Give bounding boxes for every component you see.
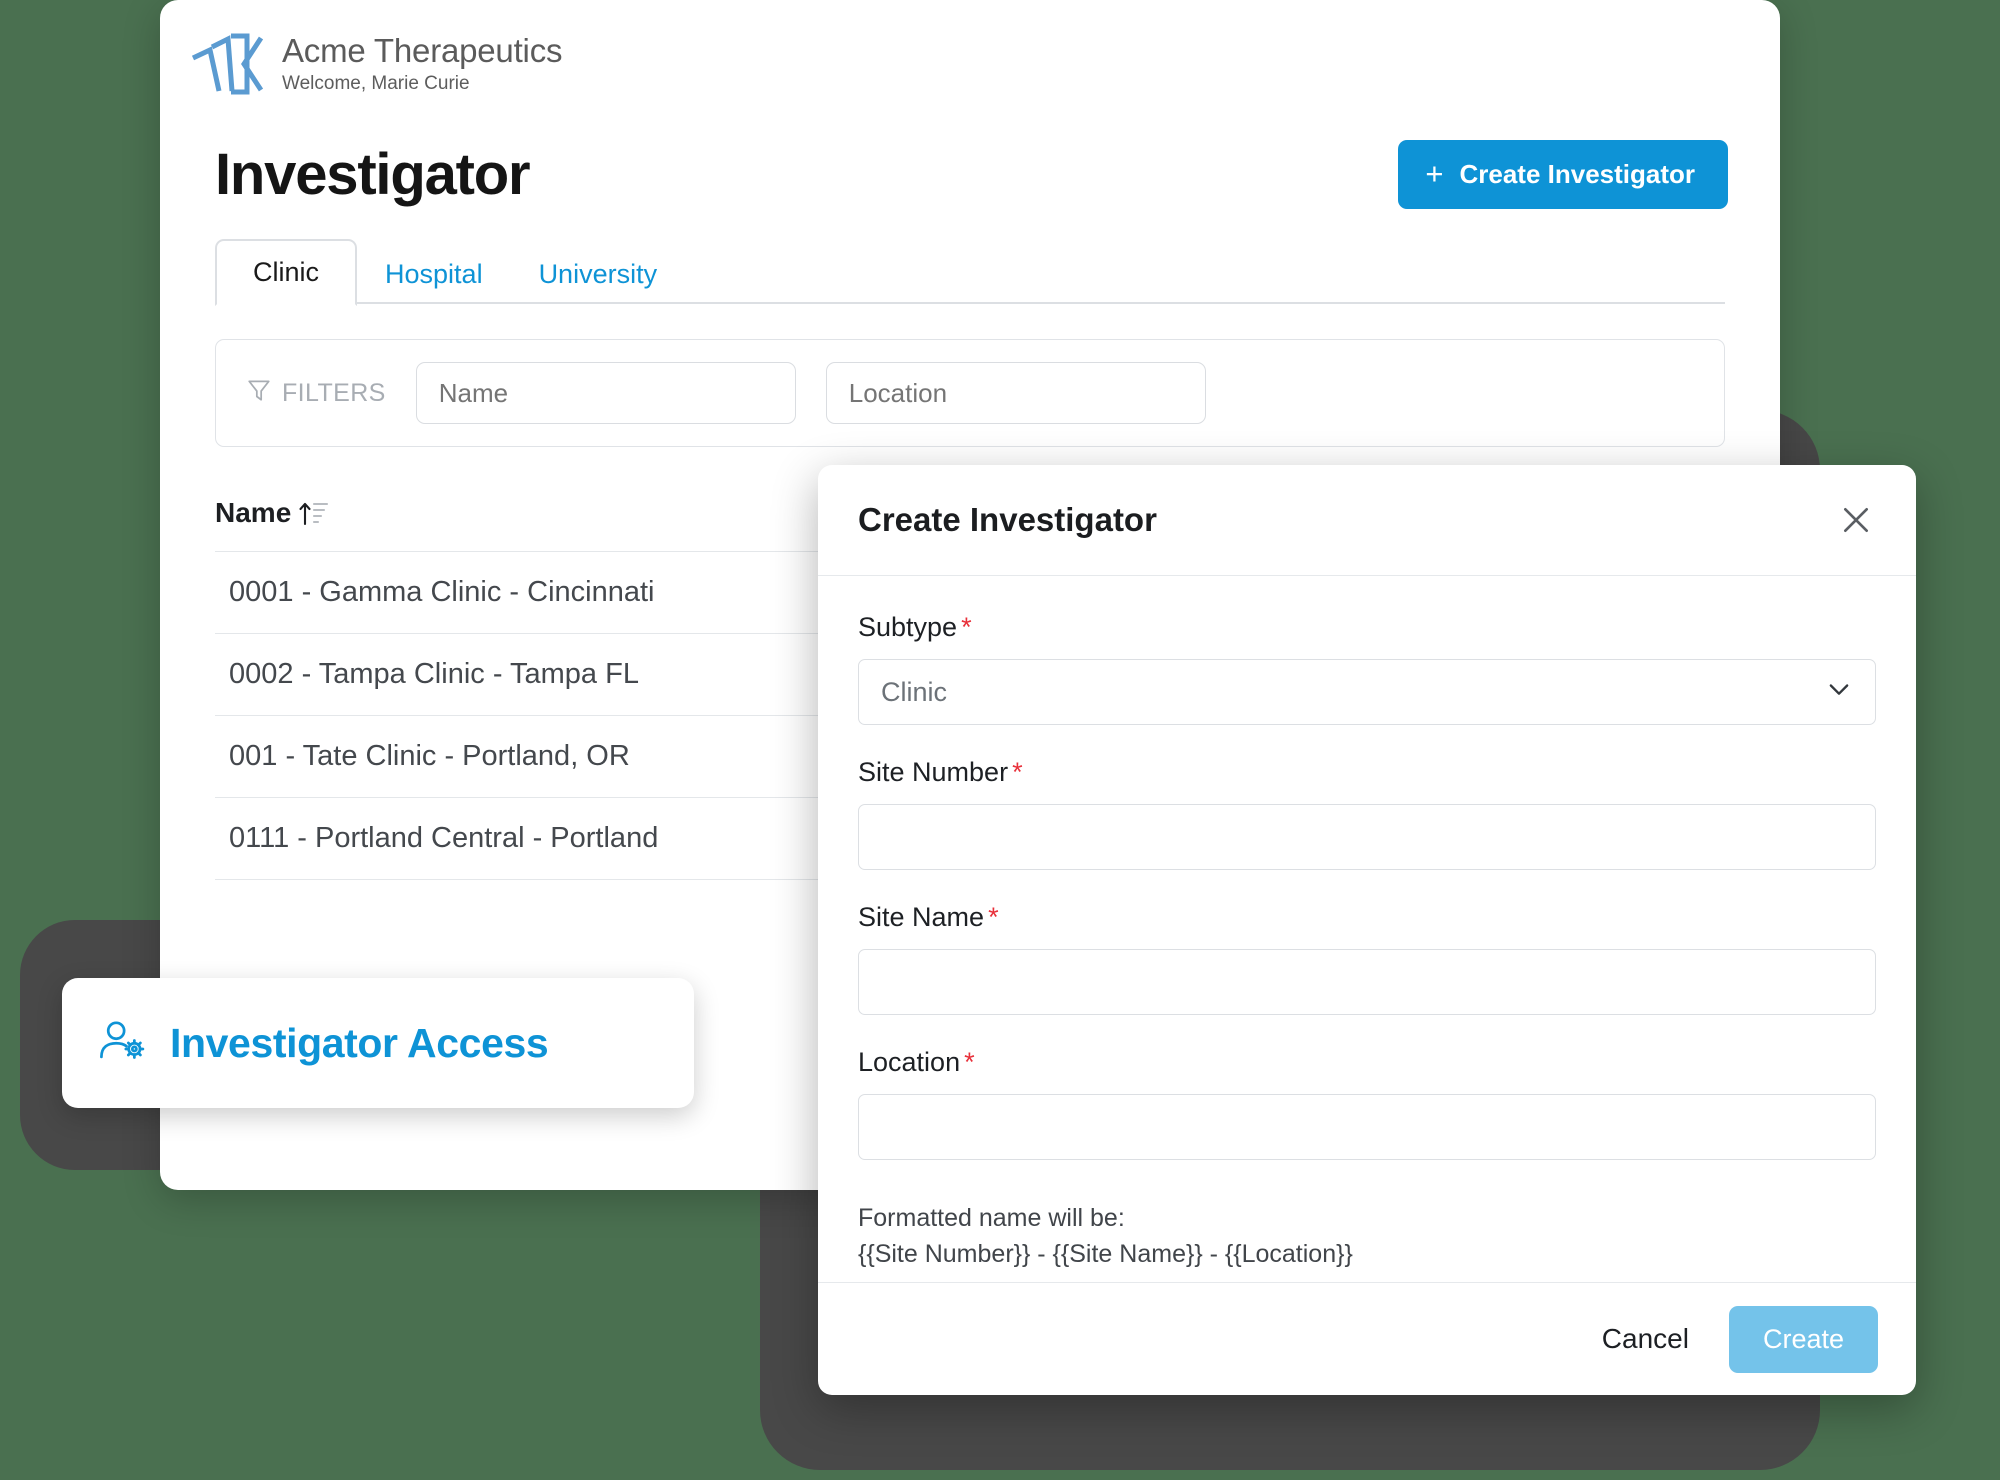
field-subtype: Subtype * Clinic xyxy=(858,612,1876,725)
field-subtype-label-text: Subtype xyxy=(858,612,958,642)
chevron-down-icon xyxy=(1825,675,1853,710)
tab-clinic[interactable]: Clinic xyxy=(215,239,358,306)
funnel-icon xyxy=(246,377,272,410)
create-investigator-modal: Create Investigator Subtype * Clinic Sit… xyxy=(818,465,1916,1395)
filter-location-input[interactable] xyxy=(825,362,1206,424)
formatted-name-hint-pattern: {{Site Number}} - {{Site Name}} - {{Loca… xyxy=(858,1240,1353,1269)
user-gear-icon xyxy=(98,1018,148,1069)
tab-university[interactable]: University xyxy=(511,261,686,304)
close-icon[interactable] xyxy=(1834,498,1878,542)
required-marker: * xyxy=(1012,757,1023,787)
field-location-label-text: Location xyxy=(858,1047,961,1077)
welcome-message: Welcome, Marie Curie xyxy=(282,73,470,95)
required-marker: * xyxy=(961,612,972,642)
plus-icon: + xyxy=(1425,156,1444,192)
modal-create-button[interactable]: Create xyxy=(1728,1305,1878,1373)
field-subtype-label: Subtype * xyxy=(858,612,1876,643)
subtype-select-value: Clinic xyxy=(881,676,948,707)
field-site-number-label-text: Site Number xyxy=(858,757,1009,787)
formatted-name-hint-title: Formatted name will be: xyxy=(858,1204,1125,1232)
create-investigator-button-label: Create Investigator xyxy=(1459,159,1695,189)
site-number-input[interactable] xyxy=(858,804,1876,870)
app-header: Acme Therapeutics Welcome, Marie Curie xyxy=(160,0,1780,100)
required-marker: * xyxy=(964,1047,975,1077)
tab-hospital[interactable]: Hospital xyxy=(357,261,511,304)
field-site-number-label: Site Number * xyxy=(858,757,1876,788)
create-investigator-button[interactable]: + Create Investigator xyxy=(1398,140,1728,209)
investigator-access-label: Investigator Access xyxy=(170,1019,549,1066)
location-input[interactable] xyxy=(858,1094,1876,1160)
field-site-name-label-text: Site Name xyxy=(858,902,985,932)
investigator-access-badge[interactable]: Investigator Access xyxy=(62,978,694,1108)
brand-name: Acme Therapeutics xyxy=(282,32,563,70)
filter-bar: FILTERS xyxy=(215,339,1725,447)
site-name-input[interactable] xyxy=(858,949,1876,1015)
sort-ascending-icon xyxy=(299,500,329,526)
field-site-name: Site Name * xyxy=(858,902,1876,1015)
modal-header: Create Investigator xyxy=(818,465,1916,576)
field-site-number: Site Number * xyxy=(858,757,1876,870)
tab-bar: Clinic Hospital University xyxy=(215,239,1725,306)
filters-label-group: FILTERS xyxy=(246,377,386,410)
field-location-label: Location * xyxy=(858,1047,1876,1078)
filter-name-input[interactable] xyxy=(415,362,796,424)
screenshot-stage: Acme Therapeutics Welcome, Marie Curie I… xyxy=(0,0,2000,1480)
cancel-button[interactable]: Cancel xyxy=(1596,1322,1695,1356)
table-header-name-label: Name xyxy=(215,497,292,528)
page-title-row: Investigator + Create Investigator xyxy=(160,100,1780,209)
modal-footer: Cancel Create xyxy=(818,1282,1916,1395)
formatted-name-hint: Formatted name will be: {{Site Number}} … xyxy=(858,1200,1876,1273)
filters-label: FILTERS xyxy=(282,378,386,407)
brand-block: Acme Therapeutics Welcome, Marie Curie xyxy=(282,32,562,96)
field-site-name-label: Site Name * xyxy=(858,902,1876,933)
modal-title: Create Investigator xyxy=(858,501,1157,538)
modal-body: Subtype * Clinic Site Number * Site Name… xyxy=(818,576,1916,1282)
stacked-chevrons-logo-icon xyxy=(188,28,266,100)
subtype-select[interactable]: Clinic xyxy=(858,659,1876,725)
field-location: Location * xyxy=(858,1047,1876,1160)
page-title: Investigator xyxy=(215,141,531,207)
required-marker: * xyxy=(988,902,999,932)
